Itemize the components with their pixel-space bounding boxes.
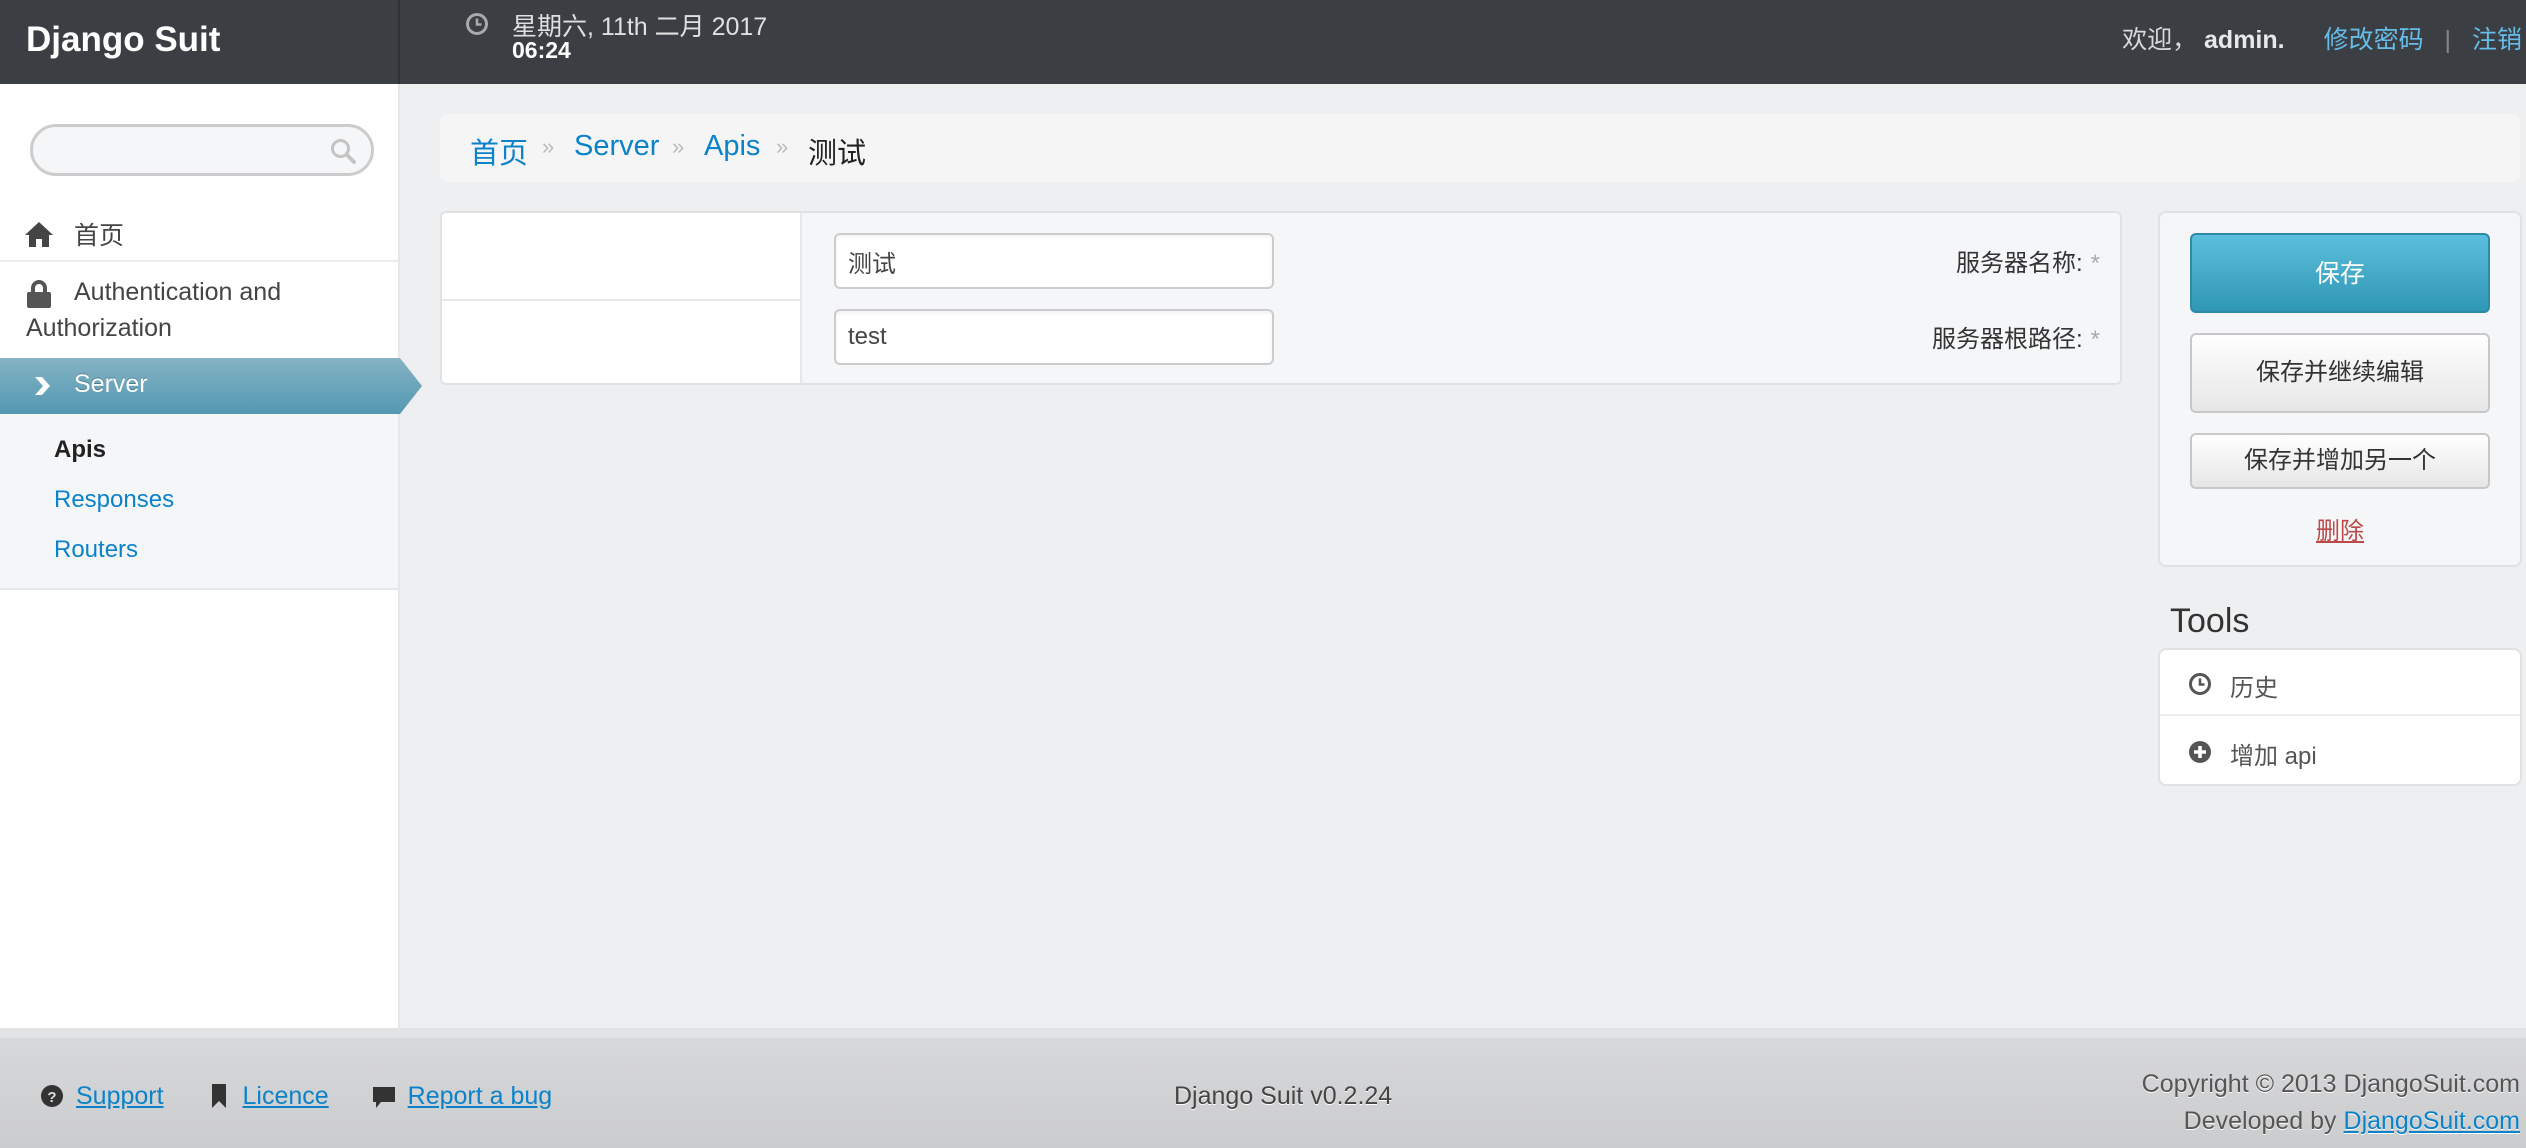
comment-icon [372, 1087, 395, 1108]
sidebar: 首页 Authentication and Authorization Serv… [0, 84, 422, 1028]
developer-link[interactable]: DjangoSuit.com [2344, 1107, 2520, 1135]
required-marker: * [2090, 250, 2100, 277]
header-time: 06:24 [512, 37, 571, 63]
question-circle-icon: ? [41, 1085, 63, 1107]
sidebar-subitem-routers[interactable]: Routers [54, 536, 138, 564]
delete-link[interactable]: 删除 [2160, 511, 2520, 546]
row-divider [442, 299, 802, 301]
save-button[interactable]: 保存 [2190, 233, 2490, 313]
breadcrumb-home[interactable]: 首页 [470, 130, 528, 172]
brand-title[interactable]: Django Suit [26, 20, 220, 60]
tool-add-api[interactable]: 增加 api [2160, 718, 2520, 784]
tool-label: 增加 api [2230, 743, 2317, 770]
sidebar-item-server[interactable]: Server [0, 358, 422, 414]
change-password-link[interactable]: 修改密码 [2324, 26, 2424, 54]
footer-links: ? Support Licence Report a bug [40, 1082, 588, 1111]
search-icon[interactable] [329, 137, 357, 165]
label-text: 服务器名称: [1955, 250, 2083, 277]
tools-panel: 历史 增加 api [2158, 648, 2522, 786]
sidebar-item-label: Server [74, 370, 148, 398]
tool-label: 历史 [2230, 675, 2278, 702]
save-and-add-another-button[interactable]: 保存并增加另一个 [2190, 433, 2490, 489]
breadcrumb-divider: » [542, 134, 555, 159]
clock-icon [2189, 673, 2211, 695]
sidebar-subitem-apis[interactable]: Apis [54, 436, 106, 464]
search-input[interactable] [30, 124, 374, 176]
bookmark-icon [211, 1084, 226, 1108]
developed-by: Developed by DjangoSuit.com [2142, 1103, 2520, 1140]
report-bug-link[interactable]: Report a bug [408, 1082, 553, 1110]
breadcrumb-divider: » [776, 134, 789, 159]
server-root-path-input[interactable] [834, 309, 1274, 365]
submit-row: 保存 保存并继续编辑 保存并增加另一个 删除 [2158, 211, 2522, 567]
copyright-text: Copyright © 2013 DjangoSuit.com [2141, 1070, 2520, 1098]
support-link[interactable]: Support [76, 1082, 164, 1110]
breadcrumb-divider: » [672, 134, 685, 159]
tools-title: Tools [2170, 602, 2250, 640]
breadcrumb-current: 测试 [808, 138, 867, 170]
label-text: 服务器根路径: [1931, 326, 2083, 353]
active-nav-background [0, 358, 422, 414]
server-name-label: 服务器名称: * [1956, 243, 2100, 278]
server-name-input[interactable] [834, 233, 1274, 289]
save-and-continue-button[interactable]: 保存并继续编辑 [2190, 333, 2490, 413]
plus-circle-icon [2189, 741, 2211, 763]
server-root-path-label: 服务器根路径: * [1932, 319, 2100, 354]
tool-history[interactable]: 历史 [2160, 650, 2520, 716]
svg-text:?: ? [47, 1089, 56, 1106]
top-header: Django Suit 星期六, 11th 二月 2017 06:24 欢迎， … [0, 0, 2526, 84]
footer: ? Support Licence Report a bug Django Su… [0, 1028, 2526, 1148]
clock-icon [466, 13, 488, 35]
sidebar-item-authentication[interactable]: Authentication and Authorization [0, 264, 398, 354]
sidebar-subnav: Apis Responses Routers [0, 414, 398, 590]
breadcrumb-apis[interactable]: Apis [704, 130, 760, 163]
sidebar-item-label: Authentication and Authorization [26, 278, 282, 342]
footer-version: Django Suit v0.2.24 [1174, 1082, 1393, 1110]
home-icon [25, 222, 53, 247]
chevron-right-icon [35, 377, 50, 395]
welcome-text: 欢迎， [2122, 26, 2198, 54]
sidebar-subitem-responses[interactable]: Responses [54, 486, 174, 514]
username: admin. [2204, 26, 2285, 54]
breadcrumb-server[interactable]: Server [574, 130, 659, 163]
breadcrumb: 首页 » Server » Apis » 测试 [440, 114, 2520, 182]
brand: Django Suit [0, 0, 400, 84]
user-tools: 欢迎， admin. 修改密码 | 注销 [2122, 20, 2522, 56]
developed-by-text: Developed by [2183, 1107, 2337, 1135]
change-form: 服务器名称: * 服务器根路径: * [440, 211, 2122, 385]
licence-link[interactable]: Licence [243, 1082, 329, 1110]
separator: | [2444, 26, 2452, 54]
required-marker: * [2090, 326, 2100, 353]
logout-link[interactable]: 注销 [2472, 26, 2522, 54]
sidebar-item-home[interactable]: 首页 [0, 202, 398, 262]
footer-copyright: Copyright © 2013 DjangoSuit.com Develope… [2142, 1066, 2520, 1140]
sidebar-item-label: 首页 [74, 222, 125, 250]
